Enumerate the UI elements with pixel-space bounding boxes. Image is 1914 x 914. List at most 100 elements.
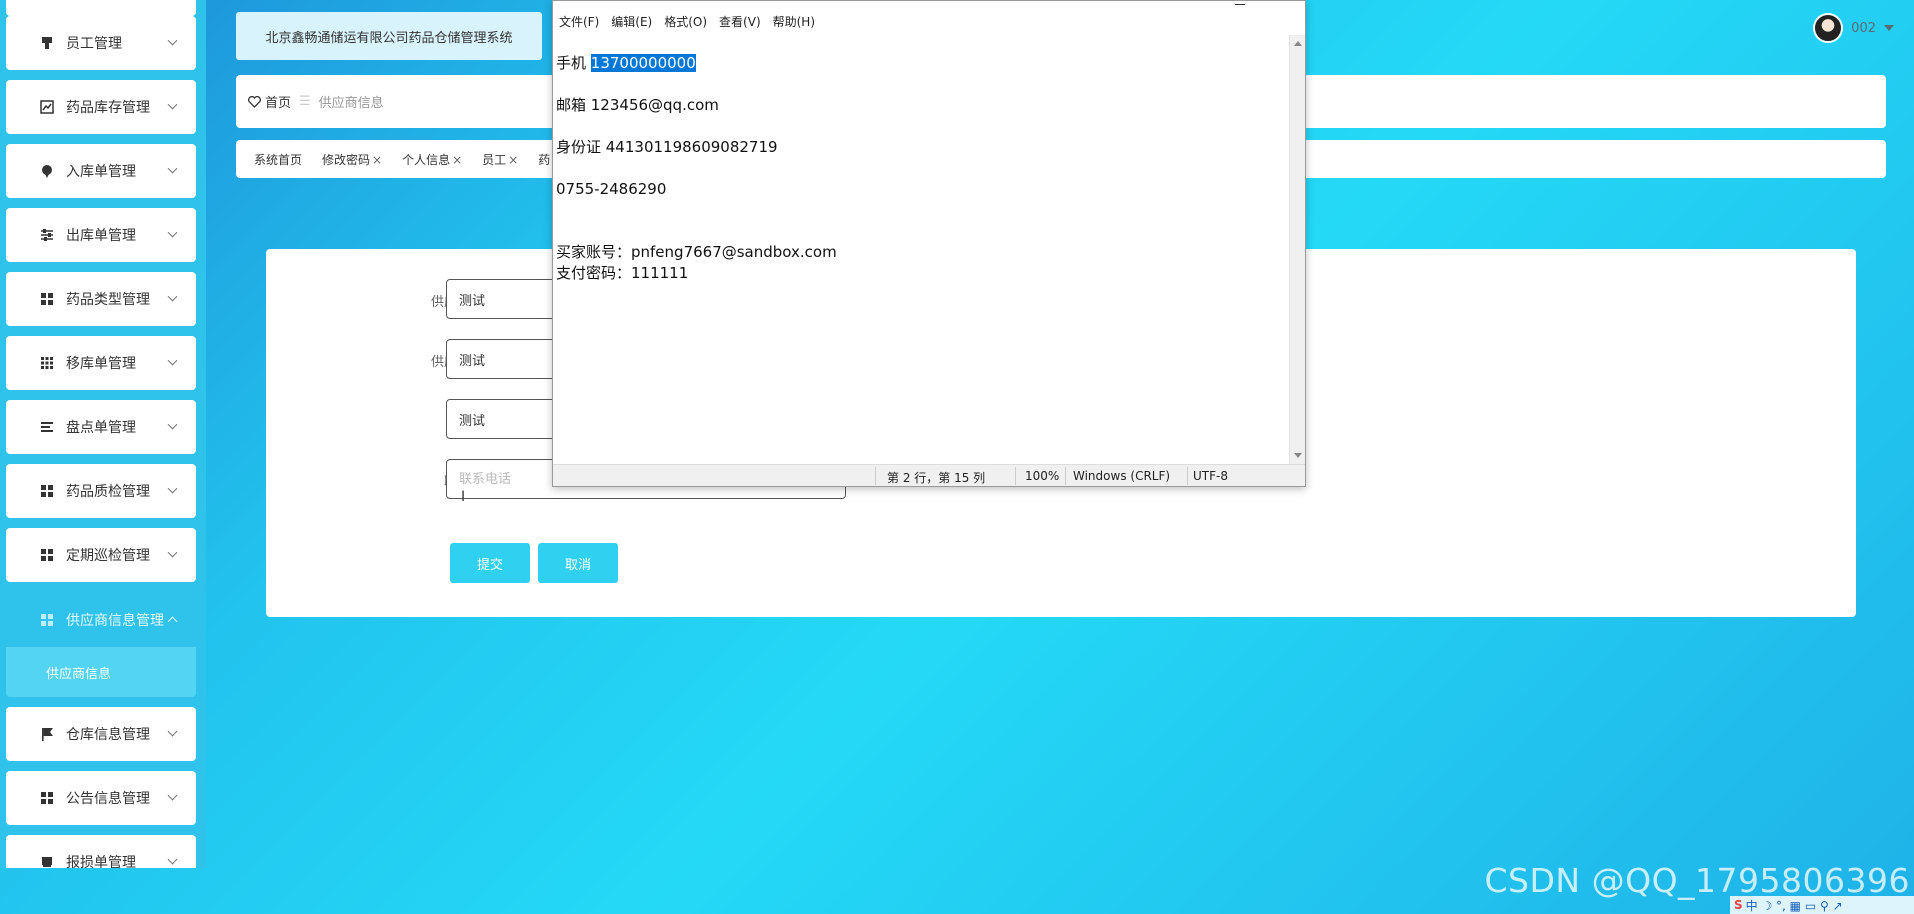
chart-icon [38, 98, 56, 116]
chevron-down-icon [167, 227, 178, 238]
menu-file[interactable]: 文件(F) [559, 13, 599, 30]
ime-toolbar[interactable]: S 中 ☽ °, ▦ ▭ ⚲ ↗ [1730, 896, 1914, 914]
grid9-icon [38, 354, 56, 372]
text-line: 手机 13700000000 [556, 53, 1286, 74]
notepad-statusbar: 第 2 行，第 15 列 100% Windows (CRLF) UTF-8 [553, 464, 1305, 486]
ime-logo-icon[interactable]: S [1734, 898, 1743, 912]
sidebar-item-label: 药品库存管理 [66, 100, 150, 116]
ime-status[interactable]: 中 ☽ °, ▦ ▭ ⚲ ↗ [1746, 897, 1843, 914]
notepad-window[interactable]: 文件(F) 编辑(E) 格式(O) 查看(V) 帮助(H) 手机 1370000… [552, 0, 1306, 487]
tab-change-password[interactable]: 修改密码 × [322, 151, 382, 168]
sidebar-item-drug-type[interactable]: 药品类型管理 [6, 272, 196, 326]
vertical-scrollbar[interactable] [1289, 35, 1305, 464]
caret-down-icon[interactable] [1884, 25, 1894, 31]
menu-view[interactable]: 查看(V) [719, 13, 761, 30]
sidebar-item-label: 盘点单管理 [66, 420, 136, 436]
tab-label: 员工 [482, 152, 507, 167]
chevron-down-icon [167, 547, 178, 558]
sidebar-item-label: 药品质检管理 [66, 484, 150, 500]
app-title: 北京鑫畅通储运有限公司药品仓储管理系统 [236, 12, 542, 60]
tab-staff[interactable]: 员工 × [482, 151, 518, 168]
tab-drug[interactable]: 药 [538, 151, 550, 168]
sidebar-item-supplier[interactable]: 供应商信息管理 [6, 593, 196, 647]
status-divider [875, 467, 876, 485]
sidebar-item-label: 供应商信息管理 [66, 613, 164, 629]
grid-icon [38, 546, 56, 564]
sidebar-item-transfer[interactable]: 移库单管理 [6, 336, 196, 390]
cancel-button[interactable]: 取消 [538, 543, 618, 583]
sliders-icon [38, 226, 56, 244]
scroll-up-icon[interactable] [1294, 41, 1302, 46]
minimize-icon[interactable] [1235, 0, 1245, 5]
breadcrumb-separator: ☰ [299, 94, 311, 109]
status-divider [1015, 467, 1016, 485]
sidebar-subitem-supplier-info[interactable]: 供应商信息 [6, 647, 196, 697]
menu-edit[interactable]: 编辑(E) [611, 13, 652, 30]
notepad-titlebar[interactable] [553, 1, 1305, 9]
avatar[interactable] [1813, 13, 1844, 43]
flag-icon [38, 725, 56, 743]
sidebar-item-label: 定期巡检管理 [66, 548, 150, 564]
submit-button[interactable]: 提交 [450, 543, 530, 583]
chevron-down-icon [167, 790, 178, 801]
chevron-down-icon [167, 854, 178, 865]
status-zoom: 100% [1025, 469, 1060, 483]
notepad-text-area[interactable]: 手机 13700000000 邮箱 123456@qq.com 身份证 4413… [553, 35, 1289, 464]
breadcrumb-home-label: 首页 [265, 96, 292, 111]
sidebar-item-label: 移库单管理 [66, 356, 136, 372]
sidebar-item-staff[interactable]: 员工管理 [6, 16, 196, 70]
text-cursor-icon: I [461, 489, 466, 505]
sidebar-item-outbound[interactable]: 出库单管理 [6, 208, 196, 262]
chevron-up-icon [167, 616, 178, 627]
scroll-down-icon[interactable] [1294, 453, 1302, 458]
chevron-down-icon [167, 99, 178, 110]
chevron-down-icon [167, 163, 178, 174]
sidebar-item-warehouse[interactable]: 仓库信息管理 [6, 707, 196, 761]
sidebar-item-patrol[interactable]: 定期巡检管理 [6, 528, 196, 582]
sidebar-item-label: 公告信息管理 [66, 791, 150, 807]
sidebar-item-label: 报损单管理 [66, 855, 136, 868]
tab-label: 系统首页 [254, 152, 303, 167]
close-icon[interactable]: × [372, 153, 382, 167]
watermark: CSDN @QQ_1795806396 [1484, 861, 1910, 900]
tab-label: 修改密码 [322, 152, 371, 167]
status-encoding: UTF-8 [1193, 469, 1228, 483]
grid-icon [38, 290, 56, 308]
tab-profile[interactable]: 个人信息 × [402, 151, 462, 168]
menu-format[interactable]: 格式(O) [664, 13, 707, 30]
sidebar-item-loss[interactable]: 报损单管理 [6, 835, 196, 868]
list-icon [38, 418, 56, 436]
pin-icon [38, 162, 56, 180]
chevron-down-icon [167, 35, 178, 46]
tab-home[interactable]: 系统首页 [254, 151, 302, 168]
sidebar-item-inventory[interactable]: 药品库存管理 [6, 80, 196, 134]
grid-icon [38, 482, 56, 500]
breadcrumb-home[interactable]: 首页 [248, 92, 291, 111]
breadcrumb-current: 供应商信息 [318, 96, 384, 111]
sidebar-item-inbound[interactable]: 入库单管理 [6, 144, 196, 198]
sidebar-item-top[interactable] [6, 0, 196, 16]
text-line: 买家账号：pnfeng7667@sandbox.com [556, 243, 837, 261]
text-line: 邮箱 123456@qq.com [556, 96, 719, 114]
user-menu[interactable]: 002 [1813, 12, 1894, 44]
text-line: 身份证 441301198609082719 [556, 138, 778, 156]
menu-help[interactable]: 帮助(H) [773, 13, 815, 30]
sidebar-item-label: 仓库信息管理 [66, 727, 150, 743]
sidebar-item-stocktake[interactable]: 盘点单管理 [6, 400, 196, 454]
sidebar-item-label: 入库单管理 [66, 164, 136, 180]
close-icon[interactable] [1275, 0, 1285, 5]
sidebar-item-notice[interactable]: 公告信息管理 [6, 771, 196, 825]
grid-icon [38, 611, 56, 629]
sidebar-item-label: 出库单管理 [66, 228, 136, 244]
chevron-down-icon [167, 483, 178, 494]
sidebar-item-quality[interactable]: 药品质检管理 [6, 464, 196, 518]
chevron-down-icon [167, 355, 178, 366]
close-icon[interactable]: × [508, 153, 518, 167]
close-icon[interactable]: × [452, 153, 462, 167]
username[interactable]: 002 [1851, 21, 1876, 36]
grid-icon [38, 789, 56, 807]
